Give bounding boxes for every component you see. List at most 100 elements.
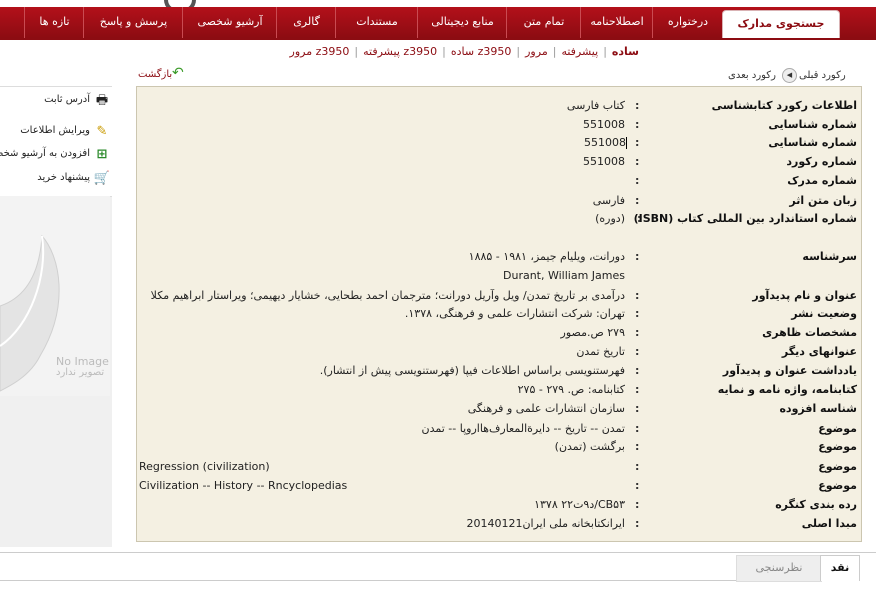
field-value: تمدن -- تاریخ -- دایرةالمعارف‌هااروپا --… bbox=[421, 422, 625, 435]
record-row: موضوع : Civilization -- History -- Rncyc… bbox=[139, 479, 857, 492]
record-row: Durant, William James bbox=[137, 267, 861, 285]
field-value: 551008 bbox=[583, 118, 625, 131]
mode-z3950-browse[interactable]: z3950 مرور bbox=[290, 45, 350, 58]
add-archive-icon: ⊞ bbox=[96, 147, 108, 162]
nav-underline bbox=[0, 38, 876, 40]
field-label: موضوع bbox=[818, 440, 857, 453]
edit-icon: ✎ bbox=[96, 124, 108, 139]
record-details-panel: اطلاعات رکورد کتابشناسی : کتاب فارسی شما… bbox=[136, 86, 862, 542]
mode-browse[interactable]: مرور bbox=[525, 45, 548, 58]
record-row: شماره مدرک : bbox=[635, 174, 857, 187]
tab-review[interactable]: نقد bbox=[820, 555, 860, 581]
tab-document-search[interactable]: جستجوی مدارک bbox=[722, 10, 840, 39]
record-row: عنوانهای دیگر : تاریخ تمدن bbox=[576, 345, 857, 358]
field-value: کتاب فارسی bbox=[566, 99, 625, 112]
field-label: موضوع bbox=[818, 422, 857, 435]
tab-authorities[interactable]: مستندات bbox=[335, 7, 418, 38]
cart-icon: 🛒 bbox=[93, 171, 110, 186]
sidebar-item-label: ویرایش اطلاعات bbox=[20, 125, 90, 136]
field-value: ۲۷۹ ص.مصور bbox=[560, 326, 625, 339]
tab-survey[interactable]: نظرسنجی bbox=[736, 555, 822, 582]
previous-record-link[interactable]: رکورد قبلی bbox=[799, 70, 846, 81]
sidebar-item-edit[interactable]: ✎ ویرایش اطلاعات bbox=[0, 123, 112, 141]
tab-qa[interactable]: پرسش و پاسخ bbox=[83, 7, 183, 38]
text-caret bbox=[626, 137, 627, 149]
field-label: شناسه افزوده bbox=[779, 402, 857, 415]
previous-record-icon[interactable]: ◀ bbox=[782, 68, 797, 83]
field-value: برگشت (تمدن) bbox=[554, 440, 625, 453]
record-row: شماره شناسایی : 551008 bbox=[583, 118, 857, 131]
field-label: عنوان و نام پدیدآور bbox=[752, 289, 857, 302]
record-row: مبدا اصلی : ایرانکتابخانه ملی ایران20140… bbox=[466, 517, 857, 530]
back-arrow-icon[interactable]: ↶ bbox=[172, 66, 186, 80]
field-value: تاریخ تمدن bbox=[576, 345, 625, 358]
field-label: مبدا اصلی bbox=[801, 517, 857, 530]
mode-z3950-simple[interactable]: z3950 ساده bbox=[451, 45, 512, 58]
sidebar-item-permalink[interactable]: 🖶 آدرس ثابت bbox=[0, 92, 112, 110]
field-label: موضوع bbox=[818, 479, 857, 492]
field-value: Durant, William James bbox=[503, 269, 625, 282]
record-row: سرشناسه : دورانت، ویلیام جیمز، ۱۹۸۱ - ۱۸… bbox=[468, 250, 857, 263]
sidebar-item-purchase[interactable]: 🛒 پیشنهاد خرید bbox=[0, 170, 112, 188]
field-label: شماره شناسایی bbox=[768, 118, 857, 131]
field-label: شماره شناسایی bbox=[768, 136, 857, 149]
mode-z3950-advanced[interactable]: z3950 پیشرفته bbox=[363, 45, 437, 58]
printer-icon: 🖶 bbox=[95, 93, 109, 108]
record-row: شناسه افزوده : سازمان انتشارات علمی و فر… bbox=[467, 402, 857, 415]
tab-thesaurus[interactable]: اصطلاحنامه bbox=[580, 7, 653, 38]
record-row: موضوع : برگشت (تمدن) bbox=[554, 440, 857, 453]
record-row: موضوع : تمدن -- تاریخ -- دایرةالمعارف‌ها… bbox=[421, 422, 857, 435]
field-value: CB۵۳/د۹‌‌ت۲۲ ۱۳۷۸ bbox=[534, 498, 625, 511]
field-value: Regression (civilization) bbox=[139, 460, 270, 473]
top-navigation: جستجوی مدارک درختواره اصطلاحنامه تمام مت… bbox=[0, 7, 876, 39]
search-mode-nav: ساده|پیشرفته|مرور|z3950 ساده|z3950 پیشرف… bbox=[289, 45, 639, 58]
field-value: درآمدی بر تاریخ تمدن/ ویل وآریل دورانت؛ … bbox=[150, 289, 625, 302]
field-value: فارسی bbox=[592, 194, 625, 207]
record-row: اطلاعات رکورد کتابشناسی : کتاب فارسی bbox=[566, 99, 857, 112]
sidebar-item-label: آدرس ثابت bbox=[44, 94, 90, 105]
field-label: موضوع bbox=[818, 460, 857, 473]
field-label: شماره رکورد bbox=[786, 155, 857, 168]
field-label: کتابنامه، واژه نامه و نمایه bbox=[717, 383, 857, 396]
field-label: رده بندی کنگره bbox=[775, 498, 857, 511]
tab-news[interactable]: تازه ها bbox=[24, 7, 84, 38]
record-row: کتابنامه، واژه نامه و نمایه : کتابنامه: … bbox=[517, 383, 857, 396]
sidebar-item-label: افزودن به آرشیو شخصی bbox=[0, 148, 90, 159]
field-value: 551008 bbox=[583, 155, 625, 168]
back-link[interactable]: بازگشت bbox=[138, 69, 172, 80]
record-row: شماره رکورد : 551008 bbox=[583, 155, 857, 168]
tab-full-text[interactable]: تمام متن bbox=[506, 7, 581, 38]
tab-gallery[interactable]: گالری bbox=[276, 7, 336, 38]
field-label: زبان متن اثر bbox=[789, 194, 857, 207]
field-value: کتابنامه: ص. ۲۷۹ - ۲۷۵ bbox=[517, 383, 625, 396]
field-label: سرشناسه bbox=[802, 250, 857, 263]
field-label: یادداشت عنوان و پدیدآور bbox=[722, 364, 857, 377]
tab-personal-archive[interactable]: آرشیو شخصی bbox=[182, 7, 277, 38]
record-row: شماره استاندارد بین المللی کتاب (ISBN) :… bbox=[595, 212, 857, 225]
sidebar-item-add-archive[interactable]: ⊞ افزودن به آرشیو شخصی bbox=[0, 146, 112, 164]
field-value: تهران: شرکت انتشارات علمی و فرهنگی، ۱۳۷۸… bbox=[404, 307, 625, 320]
field-value: Civilization -- History -- Rncyclopedias bbox=[139, 479, 348, 492]
tab-tree[interactable]: درختواره bbox=[652, 7, 723, 38]
field-value: ایرانکتابخانه ملی ایران20140121 bbox=[466, 517, 625, 530]
field-label: مشخصات ظاهری bbox=[762, 326, 857, 339]
record-row: موضوع : Regression (civilization) bbox=[139, 460, 857, 473]
field-value: (دوره) bbox=[595, 212, 625, 225]
record-row: رده بندی کنگره : CB۵۳/د۹‌‌ت۲۲ ۱۳۷۸ bbox=[534, 498, 857, 511]
field-label: شماره استاندارد بین المللی کتاب (ISBN) bbox=[633, 212, 857, 225]
tab-digital-resources[interactable]: منابع دیجیتالی bbox=[417, 7, 507, 38]
field-value: 551008 bbox=[584, 136, 627, 149]
record-row: زبان متن اثر : فارسی bbox=[592, 194, 857, 207]
next-record-link[interactable]: رکورد بعدی bbox=[728, 70, 776, 81]
mode-simple[interactable]: ساده bbox=[612, 45, 639, 58]
field-label: وضعیت نشر bbox=[791, 307, 857, 320]
field-value: فهرستنویسی براساس اطلاعات فیپا (فهرستنوی… bbox=[319, 364, 625, 377]
mode-advanced[interactable]: پیشرفته bbox=[561, 45, 598, 58]
field-label: عنوانهای دیگر bbox=[781, 345, 857, 358]
field-value: سازمان انتشارات علمی و فرهنگی bbox=[467, 402, 625, 415]
sidebar-item-label: پیشنهاد خرید bbox=[37, 172, 90, 183]
no-image-label-fa: تصویر ندارد bbox=[56, 367, 105, 378]
field-value: دورانت، ویلیام جیمز، ۱۹۸۱ - ۱۸۸۵ bbox=[468, 250, 625, 263]
field-label: شماره مدرک bbox=[787, 174, 857, 187]
record-row: وضعیت نشر : تهران: شرکت انتشارات علمی و … bbox=[404, 307, 857, 320]
